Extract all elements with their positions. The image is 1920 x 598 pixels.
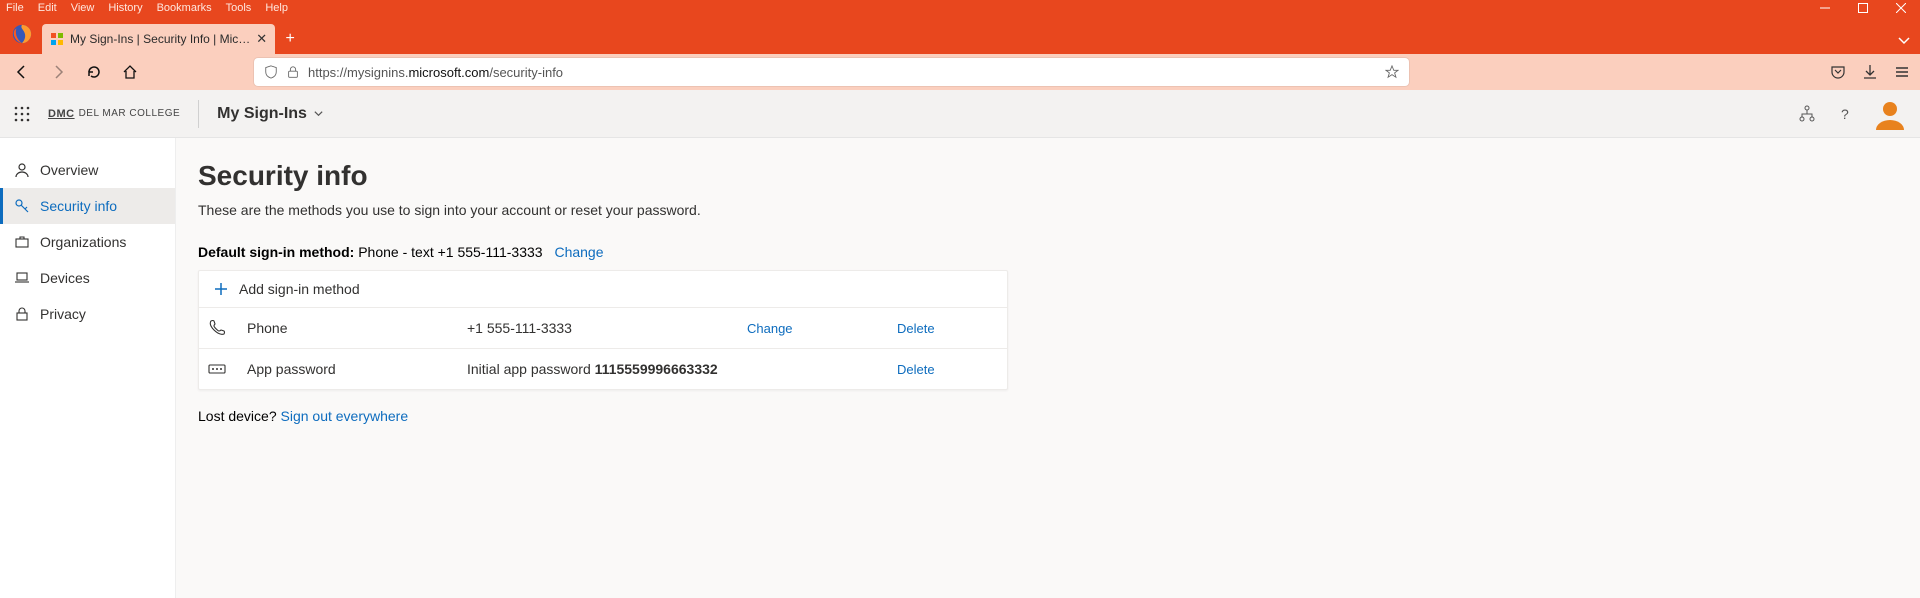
tabs-dropdown-icon[interactable]	[1898, 34, 1910, 46]
method-name: App password	[247, 361, 467, 377]
menu-bookmarks[interactable]: Bookmarks	[157, 2, 212, 14]
app-name-dropdown[interactable]: My Sign-Ins	[217, 105, 324, 123]
home-button[interactable]	[118, 60, 142, 84]
app-launcher-icon[interactable]	[14, 106, 30, 122]
org-brand[interactable]: DMC DEL MAR COLLEGE	[48, 108, 180, 120]
method-value: +1 555-111-3333	[467, 320, 747, 336]
delete-link[interactable]: Delete	[897, 362, 1007, 377]
default-method-row: Default sign-in method: Phone - text +1 …	[198, 244, 1920, 260]
briefcase-icon	[14, 234, 30, 250]
divider	[198, 100, 199, 128]
bookmark-star-icon[interactable]	[1385, 65, 1399, 79]
url-bar[interactable]: https://mysignins.microsoft.com/security…	[254, 58, 1409, 86]
tab-close-icon[interactable]: ✕	[256, 31, 267, 47]
method-value-bold: 1115559996663332	[595, 361, 718, 377]
menu-help[interactable]: Help	[265, 2, 288, 14]
add-method-label: Add sign-in method	[239, 281, 360, 297]
svg-text:?: ?	[1841, 106, 1849, 122]
reload-button[interactable]	[82, 60, 106, 84]
content-area: Overview Security info Organizations Dev…	[0, 138, 1920, 598]
help-icon[interactable]: ?	[1836, 105, 1854, 123]
menu-edit[interactable]: Edit	[38, 2, 57, 14]
method-value-prefix: Initial app password	[467, 361, 595, 377]
page-title: Security info	[198, 160, 1920, 192]
method-row-app-password: App password Initial app password 111555…	[199, 349, 1007, 389]
sidebar-item-overview[interactable]: Overview	[0, 152, 175, 188]
default-method-value: Phone - text +1 555-111-3333	[358, 244, 542, 260]
downloads-icon[interactable]	[1862, 64, 1878, 80]
sidebar-item-organizations[interactable]: Organizations	[0, 224, 175, 260]
delete-link[interactable]: Delete	[897, 321, 1007, 336]
ff-menubar: File Edit View History Bookmarks Tools H…	[0, 0, 1920, 16]
page-subtitle: These are the methods you use to sign in…	[198, 202, 1920, 218]
app-name-label: My Sign-Ins	[217, 105, 307, 123]
lost-device-text: Lost device?	[198, 408, 277, 424]
phone-icon	[207, 318, 247, 338]
menu-history[interactable]: History	[108, 2, 142, 14]
key-icon	[14, 198, 30, 214]
laptop-icon	[14, 270, 30, 286]
brand-text: DEL MAR COLLEGE	[79, 108, 181, 119]
new-tab-button[interactable]: +	[275, 24, 305, 54]
brand-short: DMC	[48, 108, 75, 120]
sidebar-item-label: Overview	[40, 162, 98, 178]
plus-icon	[213, 281, 229, 297]
method-row-phone: Phone +1 555-111-3333 Change Delete	[199, 308, 1007, 349]
ms-favicon-icon	[50, 32, 64, 46]
add-method-button[interactable]: Add sign-in method	[199, 271, 1007, 308]
window-minimize-icon[interactable]	[1820, 3, 1830, 13]
password-icon	[207, 359, 247, 379]
firefox-logo-icon[interactable]	[8, 20, 36, 48]
lock-icon	[14, 306, 30, 322]
method-name: Phone	[247, 320, 467, 336]
app-menu-icon[interactable]	[1894, 64, 1910, 80]
forward-button[interactable]	[46, 60, 70, 84]
sidebar-item-security-info[interactable]: Security info	[0, 188, 175, 224]
browser-tab[interactable]: My Sign-Ins | Security Info | Mic… ✕	[42, 24, 275, 54]
account-avatar[interactable]	[1874, 98, 1906, 130]
org-tree-icon[interactable]	[1798, 105, 1816, 123]
chevron-down-icon	[313, 108, 324, 119]
back-button[interactable]	[10, 60, 34, 84]
window-maximize-icon[interactable]	[1858, 3, 1868, 13]
sidebar: Overview Security info Organizations Dev…	[0, 138, 176, 598]
window-close-icon[interactable]	[1896, 3, 1906, 13]
change-link[interactable]: Change	[747, 321, 897, 336]
menu-file[interactable]: File	[6, 2, 24, 14]
person-icon	[14, 162, 30, 178]
change-default-link[interactable]: Change	[554, 244, 603, 260]
method-value: Initial app password 1115559996663332	[467, 361, 747, 377]
sidebar-item-privacy[interactable]: Privacy	[0, 296, 175, 332]
ms-topbar: DMC DEL MAR COLLEGE My Sign-Ins ?	[0, 90, 1920, 138]
ff-toolbar: https://mysignins.microsoft.com/security…	[0, 54, 1920, 90]
ff-tabbar: My Sign-Ins | Security Info | Mic… ✕ +	[0, 16, 1920, 54]
pocket-icon[interactable]	[1830, 64, 1846, 80]
sidebar-item-label: Security info	[40, 198, 117, 214]
sidebar-item-devices[interactable]: Devices	[0, 260, 175, 296]
lock-icon	[286, 65, 300, 79]
sign-out-everywhere-link[interactable]: Sign out everywhere	[281, 408, 409, 424]
sidebar-item-label: Organizations	[40, 234, 126, 250]
sidebar-item-label: Privacy	[40, 306, 86, 322]
sidebar-item-label: Devices	[40, 270, 90, 286]
shield-icon	[264, 65, 278, 79]
tab-title: My Sign-Ins | Security Info | Mic…	[70, 32, 250, 46]
main-panel: Security info These are the methods you …	[176, 138, 1920, 598]
menu-tools[interactable]: Tools	[226, 2, 252, 14]
default-method-label: Default sign-in method:	[198, 244, 354, 260]
menu-view[interactable]: View	[71, 2, 95, 14]
lost-device-row: Lost device? Sign out everywhere	[198, 408, 1920, 424]
methods-box: Add sign-in method Phone +1 555-111-3333…	[198, 270, 1008, 390]
url-text: https://mysignins.microsoft.com/security…	[308, 65, 1377, 80]
